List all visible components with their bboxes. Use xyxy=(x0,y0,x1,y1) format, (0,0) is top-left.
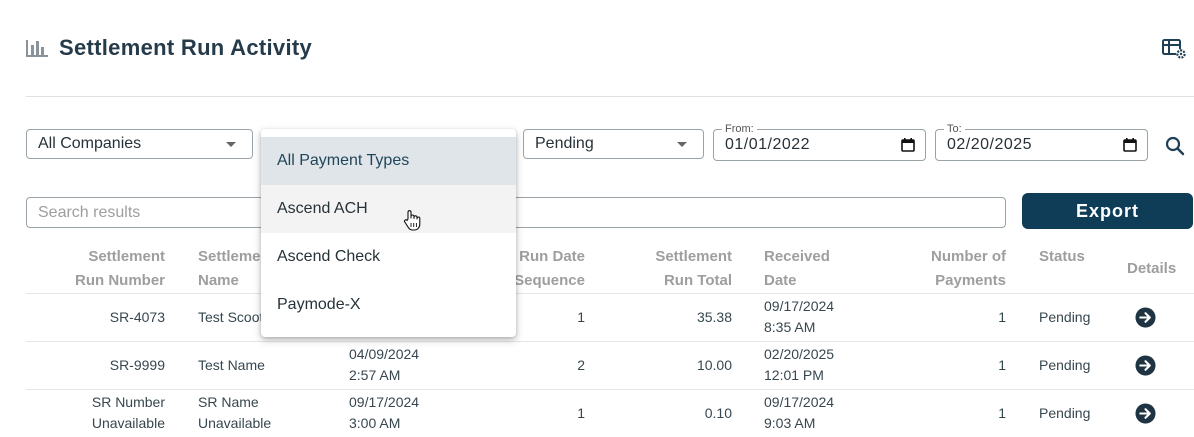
table-settings-icon[interactable] xyxy=(1162,38,1188,60)
col-header-payments[interactable]: Number of Payments xyxy=(900,245,1006,293)
cell-name: SR Name Unavailable xyxy=(198,394,272,431)
chevron-down-icon xyxy=(226,142,236,147)
cell-total: 35.38 xyxy=(696,309,732,325)
to-date-value: 02/20/2025 xyxy=(947,136,1033,153)
cell-total: 10.00 xyxy=(696,357,732,373)
cell-received: 09/17/2024 9:03 AM xyxy=(764,394,835,431)
to-date-label: To: xyxy=(944,122,965,136)
menu-item-paymode-x[interactable]: Paymode-X xyxy=(261,281,516,329)
calendar-icon[interactable] xyxy=(1123,138,1137,152)
cell-total: 0.10 xyxy=(704,405,732,421)
cell-sequence: 2 xyxy=(577,357,585,373)
bar-chart-icon xyxy=(26,40,48,57)
arrow-right-circle-icon[interactable] xyxy=(1135,307,1156,328)
search-input[interactable]: Search results xyxy=(26,197,1006,228)
cell-status: Pending xyxy=(1039,309,1091,325)
cell-run-number: SR Number Unavailable xyxy=(91,394,165,431)
header-divider xyxy=(26,96,1194,97)
col-header-received[interactable]: Received Date xyxy=(764,245,854,293)
menu-item-ascend-check[interactable]: Ascend Check xyxy=(261,233,516,281)
cell-name: Test Name xyxy=(198,357,265,373)
page-title: Settlement Run Activity xyxy=(59,35,313,60)
col-header-status[interactable]: Status xyxy=(1039,245,1099,269)
arrow-right-circle-icon[interactable] xyxy=(1135,355,1156,376)
arrow-right-circle-icon[interactable] xyxy=(1135,403,1156,424)
status-select-value: Pending xyxy=(535,135,594,152)
to-date-input[interactable]: To: 02/20/2025 xyxy=(935,122,1148,161)
from-date-label: From: xyxy=(722,122,757,136)
row-divider xyxy=(26,293,1194,294)
from-date-value: 01/01/2022 xyxy=(725,136,811,153)
company-select-value: All Companies xyxy=(38,135,142,152)
status-select[interactable]: Pending xyxy=(523,129,704,159)
payment-type-menu: All Payment Types Ascend ACH Ascend Chec… xyxy=(261,129,516,337)
col-header-run-number[interactable]: Settlement Run Number xyxy=(60,245,165,293)
cell-payments: 1 xyxy=(998,405,1006,421)
cell-run-date: 04/09/2024 2:57 AM xyxy=(349,346,420,383)
calendar-icon[interactable] xyxy=(901,138,915,152)
cell-payments: 1 xyxy=(998,309,1006,325)
cell-status: Pending xyxy=(1039,357,1091,373)
col-header-details: Details xyxy=(1127,260,1177,277)
chevron-down-icon xyxy=(677,142,687,147)
export-button[interactable]: Export xyxy=(1022,193,1193,229)
cell-run-number: SR-4073 xyxy=(109,309,165,325)
row-divider xyxy=(26,389,1194,390)
from-date-input[interactable]: From: 01/01/2022 xyxy=(713,122,926,161)
col-header-total[interactable]: Settlement Run Total xyxy=(630,245,732,293)
search-icon[interactable] xyxy=(1163,134,1187,158)
cell-received: 09/17/2024 8:35 AM xyxy=(764,298,835,335)
company-select[interactable]: All Companies xyxy=(26,129,253,159)
hand-cursor-icon xyxy=(404,210,421,231)
menu-item-ascend-ach[interactable]: Ascend ACH xyxy=(261,185,516,233)
cell-sequence: 1 xyxy=(577,405,585,421)
cell-run-date: 09/17/2024 3:00 AM xyxy=(349,394,420,431)
cell-run-number: SR-9999 xyxy=(109,357,165,373)
menu-item-all-payment-types[interactable]: All Payment Types xyxy=(261,137,516,185)
cell-name: Test Scoot xyxy=(198,309,264,325)
cell-payments: 1 xyxy=(998,357,1006,373)
row-divider xyxy=(26,341,1194,342)
cell-received: 02/20/2025 12:01 PM xyxy=(764,346,835,383)
cell-status: Pending xyxy=(1039,405,1091,421)
